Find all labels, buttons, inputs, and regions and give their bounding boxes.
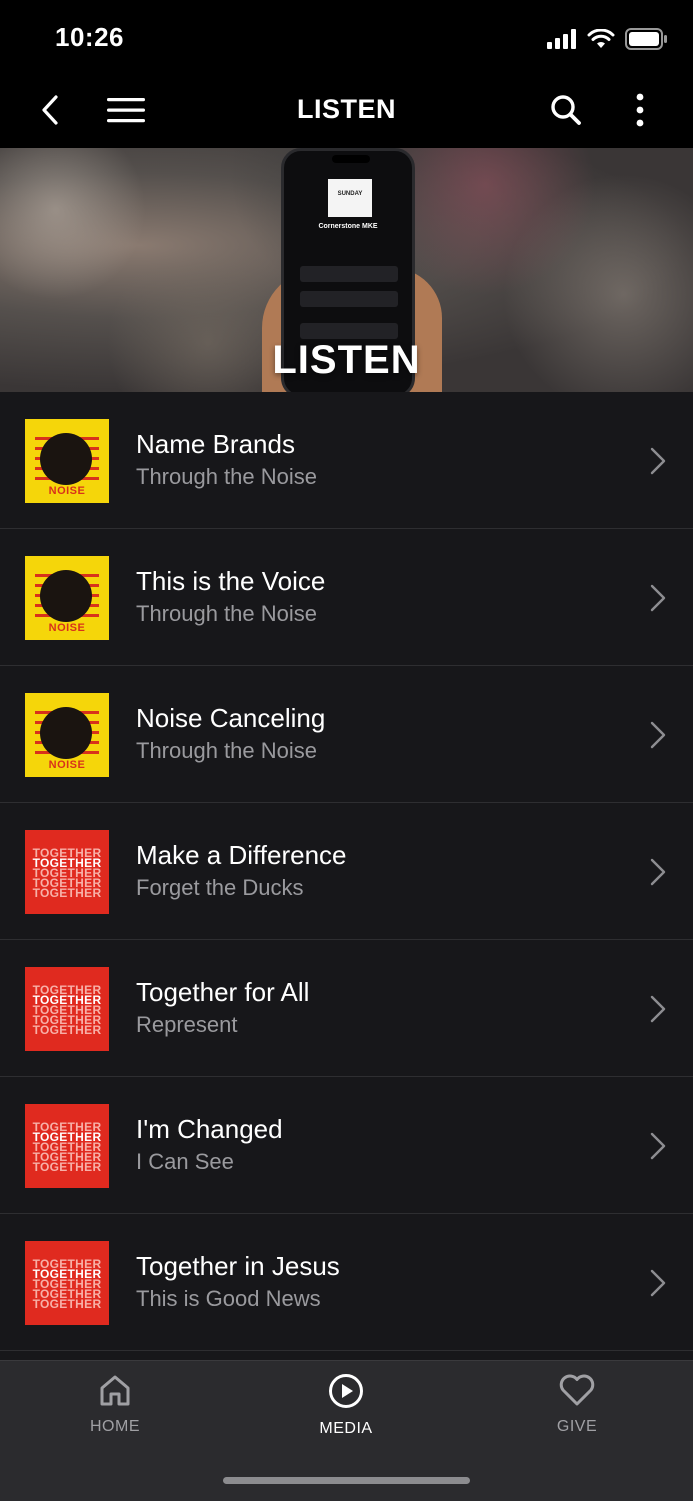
item-series: This is Good News (136, 1286, 321, 1311)
more-options-button[interactable] (612, 80, 668, 140)
list-item[interactable]: TOGETHER TOGETHER TOGETHER TOGETHER TOGETHER… (0, 1077, 693, 1214)
item-title: Noise Canceling (136, 703, 326, 733)
search-icon (551, 95, 581, 125)
chevron-right-icon (650, 1269, 666, 1297)
item-title: This is the Voice (136, 566, 326, 596)
noise-series-art: NOISE (25, 419, 109, 503)
item-title: Name Brands (136, 429, 295, 459)
list-item[interactable]: TOGETHER TOGETHER TOGETHER TOGETHER TOGETHER… (0, 940, 693, 1077)
item-series: I Can See (136, 1149, 234, 1174)
item-title: Together for All (136, 977, 310, 1007)
list-item[interactable]: NOISE This is the Voice Through the Noise (0, 529, 693, 666)
chevron-right-icon (650, 447, 666, 475)
noise-series-art: NOISE (25, 693, 109, 777)
status-icons (547, 28, 667, 50)
play-circle-icon (329, 1374, 363, 1408)
tab-give-label: GIVE (556, 1418, 598, 1435)
status-bar: 10:26 (0, 0, 693, 80)
hero-phone-art: SUNDAY (328, 179, 372, 217)
list-item[interactable]: TOGETHER TOGETHER TOGETHER TOGETHER TOGETHER… (0, 1214, 693, 1351)
tab-give[interactable]: GIVE (507, 1373, 647, 1443)
list-item[interactable]: NOISE Name Brands Through the Noise (0, 392, 693, 529)
item-title: I'm Changed (136, 1114, 283, 1144)
item-title: Make a Difference (136, 840, 347, 870)
tab-media[interactable]: MEDIA (276, 1373, 416, 1443)
item-series: Forget the Ducks (136, 875, 304, 900)
together-series-art: TOGETHER TOGETHER TOGETHER TOGETHER TOGETHER (25, 1241, 109, 1325)
item-title: Together in Jesus (136, 1251, 340, 1281)
search-button[interactable] (538, 80, 594, 140)
together-series-art: TOGETHER TOGETHER TOGETHER TOGETHER TOGETHER (25, 1104, 109, 1188)
home-indicator (223, 1477, 470, 1484)
hero-banner: SUNDAY Cornerstone MKE LISTEN (0, 148, 693, 392)
nav-bar: LISTEN (0, 80, 693, 148)
home-icon (100, 1375, 130, 1406)
hero-title: LISTEN (272, 338, 421, 382)
item-series: Represent (136, 1012, 238, 1037)
item-series: Through the Noise (136, 464, 317, 489)
more-vertical-icon (636, 93, 644, 127)
hero-phone-title: Cornerstone MKE (318, 223, 378, 230)
list-item[interactable]: TOGETHER TOGETHER TOGETHER TOGETHER TOGETHER… (0, 803, 693, 940)
noise-series-art: NOISE (25, 556, 109, 640)
chevron-right-icon (650, 858, 666, 886)
tab-home[interactable]: HOME (45, 1373, 185, 1443)
tab-media-label: MEDIA (319, 1420, 373, 1437)
heart-icon (559, 1374, 595, 1406)
status-time: 10:26 (55, 22, 124, 52)
item-series: Through the Noise (136, 738, 317, 763)
tab-home-label: HOME (90, 1418, 140, 1435)
list-item[interactable]: NOISE Noise Canceling Through the Noise (0, 666, 693, 803)
chevron-right-icon (650, 1132, 666, 1160)
chevron-right-icon (650, 995, 666, 1023)
cellular-signal-icon (547, 29, 576, 49)
episode-list: NOISE Name Brands Through the Noise NOISE Th… (0, 392, 693, 1351)
chevron-right-icon (650, 584, 666, 612)
wifi-icon (587, 29, 615, 48)
battery-icon (625, 28, 667, 50)
together-series-art: TOGETHER TOGETHER TOGETHER TOGETHER TOGETHER (25, 967, 109, 1051)
chevron-right-icon (650, 721, 666, 749)
item-series: Through the Noise (136, 601, 317, 626)
together-series-art: TOGETHER TOGETHER TOGETHER TOGETHER TOGETHER (25, 830, 109, 914)
